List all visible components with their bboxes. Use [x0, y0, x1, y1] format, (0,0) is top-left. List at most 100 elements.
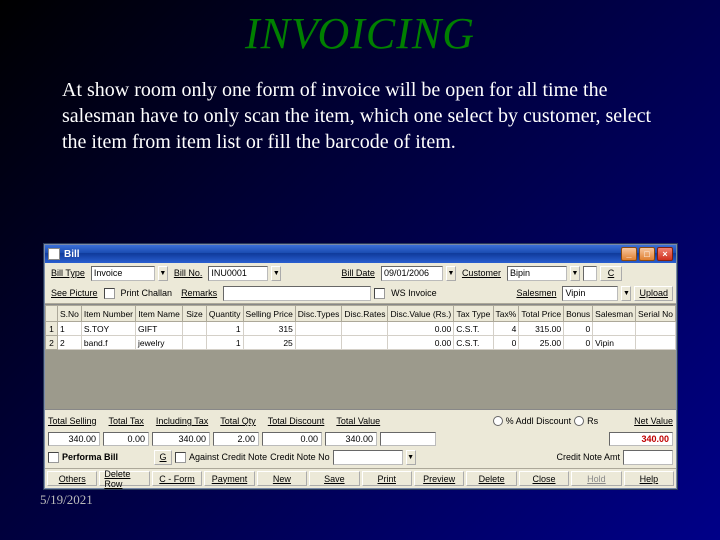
cn-no-dropdown[interactable]: ▼: [406, 450, 416, 465]
total-discount-field: 0.00: [262, 432, 322, 446]
against-cn-checkbox[interactable]: [175, 452, 186, 463]
salesmen-field[interactable]: Vipin: [562, 286, 618, 301]
grid-cell[interactable]: 0: [564, 336, 593, 350]
total-selling-label: Total Selling: [48, 416, 97, 426]
close-button[interactable]: ×: [657, 247, 673, 261]
bill-type-dropdown[interactable]: ▼: [158, 266, 168, 281]
print-challan-checkbox[interactable]: [104, 288, 115, 299]
preview-button[interactable]: Preview: [414, 471, 464, 486]
total-selling-field: 340.00: [48, 432, 100, 446]
grid-cell[interactable]: Vipin: [593, 336, 636, 350]
grid-cell[interactable]: 25: [243, 336, 295, 350]
grid-cell[interactable]: [295, 336, 342, 350]
pct-discount-radio[interactable]: [493, 416, 503, 426]
grid-cell[interactable]: 0: [564, 322, 593, 336]
g-button[interactable]: G: [154, 450, 172, 465]
ws-invoice-checkbox[interactable]: [374, 288, 385, 299]
grid-cell[interactable]: 315: [243, 322, 295, 336]
customer-dropdown[interactable]: ▼: [570, 266, 580, 281]
grid-cell[interactable]: [295, 322, 342, 336]
payment-button[interactable]: Payment: [204, 471, 254, 486]
delete-row-button[interactable]: Delete Row: [99, 471, 149, 486]
grid-header[interactable]: Size: [183, 306, 207, 322]
grid-cell[interactable]: [593, 322, 636, 336]
grid-header[interactable]: S.No: [57, 306, 81, 322]
invoice-grid[interactable]: S.NoItem NumberItem NameSizeQuantitySell…: [45, 305, 676, 350]
performa-checkbox[interactable]: [48, 452, 59, 463]
grid-cell[interactable]: 4: [493, 322, 519, 336]
maximize-button[interactable]: □: [639, 247, 655, 261]
grid-cell[interactable]: [183, 322, 207, 336]
row-header[interactable]: 1: [46, 322, 58, 336]
c-button[interactable]: C: [600, 266, 622, 281]
grid-cell[interactable]: 2: [57, 336, 81, 350]
save-button[interactable]: Save: [309, 471, 359, 486]
grid-corner: [46, 306, 58, 322]
grid-header[interactable]: Tax Type: [454, 306, 493, 322]
table-row[interactable]: 22band.fjewelry1250.00C.S.T.025.000Vipin: [46, 336, 676, 350]
grid-header[interactable]: Item Number: [81, 306, 135, 322]
grid-cell[interactable]: S.TOY: [81, 322, 135, 336]
grid-cell[interactable]: [635, 322, 675, 336]
customer-field[interactable]: Bipin: [507, 266, 567, 281]
grid-cell[interactable]: 0: [493, 336, 519, 350]
grid-header[interactable]: Disc.Value (Rs.): [388, 306, 454, 322]
grid-header[interactable]: Tax%: [493, 306, 519, 322]
grid-header[interactable]: Disc.Rates: [342, 306, 388, 322]
grid-cell[interactable]: C.S.T.: [454, 336, 493, 350]
grid-header[interactable]: Total Price: [519, 306, 564, 322]
rs-discount-radio[interactable]: [574, 416, 584, 426]
grid-cell[interactable]: [635, 336, 675, 350]
grid-cell[interactable]: 0.00: [388, 336, 454, 350]
salesmen-dropdown[interactable]: ▼: [621, 286, 631, 301]
bill-no-dropdown[interactable]: ▼: [271, 266, 281, 281]
grid-cell[interactable]: 25.00: [519, 336, 564, 350]
grid-cell[interactable]: 1: [206, 336, 243, 350]
remarks-field[interactable]: [223, 286, 371, 301]
titlebar[interactable]: Bill _ □ ×: [45, 245, 676, 263]
close-app-button[interactable]: Close: [519, 471, 569, 486]
grid-cell[interactable]: 1: [206, 322, 243, 336]
grid-cell[interactable]: band.f: [81, 336, 135, 350]
bill-date-field[interactable]: 09/01/2006: [381, 266, 443, 281]
grid-header[interactable]: Disc.Types: [295, 306, 342, 322]
bill-no-field[interactable]: INU0001: [208, 266, 268, 281]
print-button[interactable]: Print: [362, 471, 412, 486]
addl-discount-field[interactable]: [380, 432, 436, 446]
grid-header[interactable]: Bonus: [564, 306, 593, 322]
date-stamp: 5/19/2021: [40, 492, 93, 508]
grid-cell[interactable]: 0.00: [388, 322, 454, 336]
grid-cell[interactable]: [342, 336, 388, 350]
help-button[interactable]: Help: [624, 471, 674, 486]
table-row[interactable]: 11S.TOYGIFT13150.00C.S.T.4315.000: [46, 322, 676, 336]
grid-cell[interactable]: [342, 322, 388, 336]
grid-header[interactable]: Selling Price: [243, 306, 295, 322]
customer-extra-field[interactable]: [583, 266, 597, 281]
upload-button[interactable]: Upload: [634, 286, 673, 301]
bill-date-label: Bill Date: [338, 266, 378, 280]
minimize-button[interactable]: _: [621, 247, 637, 261]
cn-amt-field[interactable]: [623, 450, 673, 465]
app-icon: [48, 248, 60, 260]
grid-header[interactable]: Item Name: [136, 306, 183, 322]
grid-cell[interactable]: 315.00: [519, 322, 564, 336]
grid-cell[interactable]: C.S.T.: [454, 322, 493, 336]
bill-date-dropdown[interactable]: ▼: [446, 266, 456, 281]
others-button[interactable]: Others: [47, 471, 97, 486]
row-header[interactable]: 2: [46, 336, 58, 350]
bill-type-field[interactable]: Invoice: [91, 266, 155, 281]
cn-no-field[interactable]: [333, 450, 403, 465]
grid-header[interactable]: Quantity: [206, 306, 243, 322]
grid-header[interactable]: Serial No: [635, 306, 675, 322]
grid-cell[interactable]: [183, 336, 207, 350]
delete-button[interactable]: Delete: [466, 471, 516, 486]
grid-header[interactable]: Salesman: [593, 306, 636, 322]
new-button[interactable]: New: [257, 471, 307, 486]
total-qty-label: Total Qty: [220, 416, 256, 426]
grid-cell[interactable]: 1: [57, 322, 81, 336]
grid-cell[interactable]: jewelry: [136, 336, 183, 350]
customer-label: Customer: [459, 266, 504, 280]
cform-button[interactable]: C - Form: [152, 471, 202, 486]
grid-cell[interactable]: GIFT: [136, 322, 183, 336]
toolbar: Bill Type Invoice ▼ Bill No. INU0001 ▼ B…: [45, 263, 676, 304]
